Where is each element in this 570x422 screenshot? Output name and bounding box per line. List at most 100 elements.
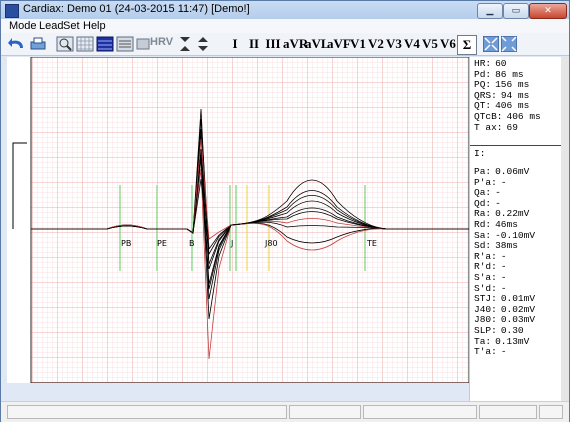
lead-button-sum[interactable]: Σ xyxy=(457,35,477,55)
detail-value: - xyxy=(495,197,501,209)
detail-value: - xyxy=(500,261,507,273)
app-window: Cardiax: Demo 01 (24-03-2015 11:47) [Dem… xyxy=(0,0,570,422)
detail-value: 0.06mV xyxy=(495,166,530,177)
restore-view-icon[interactable] xyxy=(501,36,517,52)
grid-icon[interactable] xyxy=(76,36,94,52)
lead-button-v1[interactable]: V1 xyxy=(349,35,367,53)
minimize-button[interactable]: ▁ xyxy=(477,3,503,19)
detail-value: - xyxy=(500,272,507,283)
detail-label: STJ: xyxy=(474,293,497,305)
detail-label: R'd: xyxy=(474,261,497,273)
detail-label: S'a: xyxy=(474,272,497,283)
zoom-icon[interactable] xyxy=(56,36,74,52)
menu-help[interactable]: Help xyxy=(83,20,106,32)
marker-label: PE xyxy=(157,239,167,248)
print-icon[interactable] xyxy=(29,36,47,52)
detail-value: - xyxy=(495,187,501,199)
fullscreen-icon[interactable] xyxy=(483,36,499,52)
summary-value: 69 xyxy=(506,121,518,133)
summary-label: QRS: xyxy=(474,89,497,101)
lead-button-v5[interactable]: V5 xyxy=(421,35,439,53)
detail-row: Sa: -0.10mV xyxy=(474,229,536,241)
detail-label: Qd: xyxy=(474,197,492,209)
detail-row: STJ: 0.01mV xyxy=(474,294,535,304)
lead-button-ii[interactable]: II xyxy=(245,35,263,53)
summary-row: QRS: 94 ms xyxy=(474,89,530,101)
marker-label: PB xyxy=(121,239,131,248)
status-cell-4 xyxy=(479,405,537,419)
lead-button-i[interactable]: I xyxy=(229,35,241,53)
compress-icon[interactable] xyxy=(179,36,191,52)
undo-icon[interactable] xyxy=(7,36,27,52)
card-icon xyxy=(136,38,150,50)
lead-button-iii[interactable]: III xyxy=(263,35,283,53)
detail-label: J40: xyxy=(474,303,497,315)
hrv-button[interactable]: HRV xyxy=(136,36,174,52)
summary-value: 94 ms xyxy=(500,89,530,101)
summary-label: T ax: xyxy=(474,121,503,133)
detail-row: Ta: 0.13mV xyxy=(474,335,529,347)
summary-row: PQ: 156 ms xyxy=(474,80,529,90)
calibration-pulse xyxy=(12,142,27,229)
summary-row: QT: 406 ms xyxy=(474,101,529,111)
expand-icon[interactable] xyxy=(197,36,209,52)
menu-lead[interactable]: Lead xyxy=(39,20,63,32)
maximize-icon: ▭ xyxy=(511,5,521,15)
panel-scrollbar[interactable] xyxy=(561,57,569,401)
status-bar xyxy=(1,401,569,422)
detail-value: -0.10mV xyxy=(495,229,536,241)
status-cell-3 xyxy=(363,405,477,419)
marker-label: J80 xyxy=(264,239,278,248)
lead-button-avl[interactable]: aVL xyxy=(305,35,330,53)
close-button[interactable]: ✕ xyxy=(529,3,567,19)
detail-value: - xyxy=(500,346,507,358)
detail-value: 0.02mV xyxy=(500,303,536,315)
lead-button-v3[interactable]: V3 xyxy=(385,35,403,53)
detail-label: Ta: xyxy=(474,335,492,347)
lead-button-v6[interactable]: V6 xyxy=(439,35,457,53)
detail-value: - xyxy=(500,282,507,294)
lead-button-v4[interactable]: V4 xyxy=(403,35,421,53)
panel-divider xyxy=(470,145,562,146)
summary-value: 406 ms xyxy=(495,100,530,112)
status-cell-5 xyxy=(539,405,563,419)
detail-value: 0.30 xyxy=(500,325,524,336)
detail-row: R'd: - xyxy=(474,262,507,272)
menu-bar: Mode Lead Set Help xyxy=(1,19,569,33)
report-icon[interactable] xyxy=(116,36,134,52)
lead-button-avf[interactable]: aVF xyxy=(327,35,351,53)
lead-button-v2[interactable]: V2 xyxy=(367,35,385,53)
menu-set[interactable]: Set xyxy=(63,20,80,32)
close-icon: ✕ xyxy=(544,5,552,15)
summary-row: HR: 60 xyxy=(474,59,507,69)
detail-row: S'a: - xyxy=(474,273,507,283)
detail-row: R'a: - xyxy=(474,250,507,262)
ecg-svg: PB PE B J J80 TE xyxy=(12,56,470,384)
detail-row: S'd: - xyxy=(474,282,507,294)
hrv-label: HRV xyxy=(150,36,174,48)
detail-row: Qa: - xyxy=(474,188,501,198)
summary-value: 60 xyxy=(495,58,507,69)
detail-value: 0.03mV xyxy=(500,314,536,326)
title-bar: Cardiax: Demo 01 (24-03-2015 11:47) [Dem… xyxy=(1,1,569,19)
detail-label: P'a: xyxy=(474,176,497,188)
twelve-lead-icon[interactable] xyxy=(96,36,114,52)
summary-label: Pd: xyxy=(474,68,492,80)
detail-value: 0.01mV xyxy=(500,293,536,305)
detail-value: 0.22mV xyxy=(495,208,530,220)
lead-button-avr[interactable]: aVR xyxy=(283,35,308,53)
detail-label: Ra: xyxy=(474,208,492,220)
detail-value: - xyxy=(500,250,507,262)
measurement-panel: HR: 60 Pd: 86 ms PQ: 156 ms QRS: 94 ms QT: 406 ms… xyxy=(469,57,562,401)
detail-label: Rd: xyxy=(474,219,492,230)
status-cell-1 xyxy=(7,405,287,419)
detail-label: R'a: xyxy=(474,250,497,262)
ecg-chart[interactable]: PB PE B J J80 TE xyxy=(7,56,470,384)
menu-mode[interactable]: Mode xyxy=(9,20,37,32)
summary-value: 156 ms xyxy=(495,79,530,91)
detail-row: T'a: - xyxy=(474,347,507,357)
maximize-button[interactable]: ▭ xyxy=(503,3,529,19)
summary-value: 86 ms xyxy=(495,68,524,80)
lead-header: I: xyxy=(474,148,486,159)
summary-label: QT: xyxy=(474,100,492,112)
